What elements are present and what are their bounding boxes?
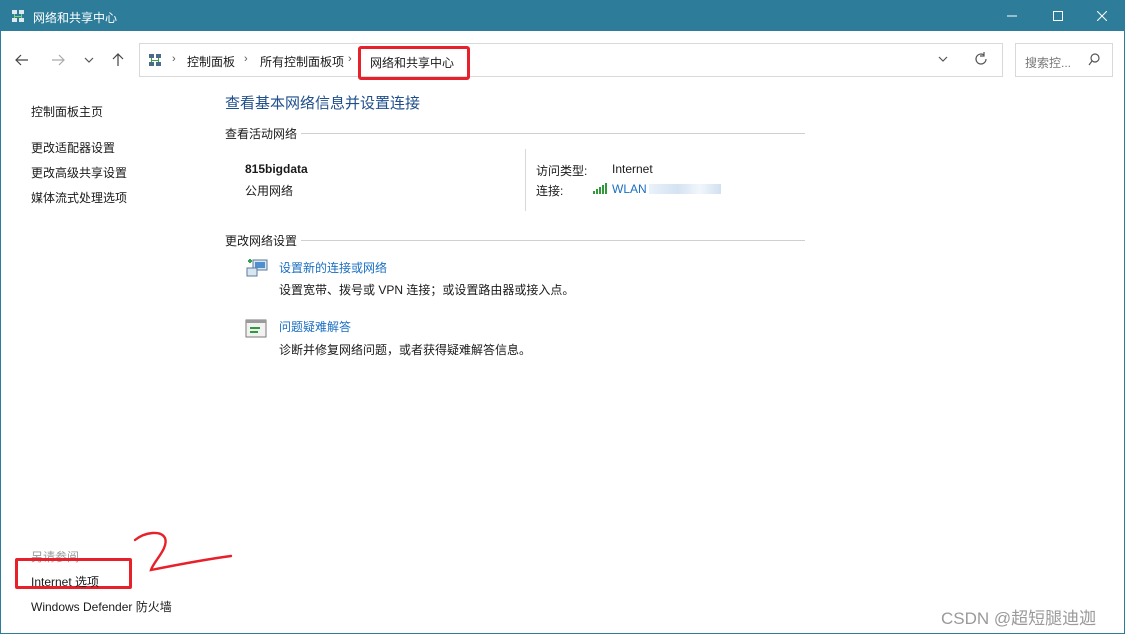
window: 网络和共享中心 › 控制面板 › 所有控制面板项 › 网络和共享中心 搜索控..… bbox=[0, 0, 1125, 634]
arrow-right-icon bbox=[52, 54, 65, 66]
sidebar-link-media-streaming[interactable]: 媒体流式处理选项 bbox=[31, 189, 127, 206]
breadcrumb-separator-icon: › bbox=[348, 53, 352, 65]
wlan-connection-text: WLAN bbox=[612, 182, 647, 196]
maximize-button[interactable] bbox=[1035, 1, 1081, 31]
title-bar: 网络和共享中心 bbox=[1, 1, 1124, 31]
search-icon[interactable] bbox=[1088, 53, 1100, 70]
network-name: 815bigdata bbox=[245, 162, 308, 176]
refresh-icon bbox=[975, 52, 987, 65]
refresh-button[interactable] bbox=[974, 51, 988, 70]
forward-button[interactable] bbox=[47, 49, 69, 71]
watermark: CSDN @超短腿迪迦 bbox=[941, 609, 1097, 628]
up-button[interactable] bbox=[107, 49, 129, 71]
search-placeholder: 搜索控... bbox=[1025, 56, 1072, 70]
search-box[interactable]: 搜索控... bbox=[1015, 43, 1113, 77]
sidebar-link-adapter-settings[interactable]: 更改适配器设置 bbox=[31, 139, 115, 156]
close-button[interactable] bbox=[1079, 1, 1125, 31]
network-center-icon bbox=[12, 10, 24, 22]
page-title: 查看基本网络信息并设置连接 bbox=[225, 95, 421, 112]
minimize-icon bbox=[1007, 15, 1017, 17]
breadcrumb-separator-icon: › bbox=[172, 53, 176, 65]
navigation-bar: › 控制面板 › 所有控制面板项 › 网络和共享中心 搜索控... bbox=[1, 31, 1124, 87]
see-also-internet-options[interactable]: Internet 选项 bbox=[31, 573, 99, 590]
troubleshoot-icon bbox=[245, 319, 267, 338]
divider bbox=[301, 240, 805, 241]
annotation-mark-two bbox=[133, 531, 233, 572]
window-title: 网络和共享中心 bbox=[33, 11, 118, 25]
divider bbox=[301, 133, 805, 134]
address-dropdown-button[interactable] bbox=[938, 52, 948, 69]
see-also-defender-firewall[interactable]: Windows Defender 防火墙 bbox=[31, 598, 172, 615]
wlan-connection-link[interactable]: WLAN bbox=[612, 182, 721, 196]
network-location-icon bbox=[149, 54, 161, 66]
access-type-label: 访问类型: bbox=[536, 164, 588, 178]
change-settings-heading-text: 更改网络设置 bbox=[225, 234, 298, 248]
connection-label: 连接: bbox=[536, 184, 564, 198]
address-bar[interactable]: › 控制面板 › 所有控制面板项 › 网络和共享中心 bbox=[139, 43, 1003, 80]
breadcrumb-all-items[interactable]: 所有控制面板项 bbox=[260, 53, 344, 70]
active-networks-heading-text: 查看活动网络 bbox=[225, 127, 298, 141]
troubleshoot-desc: 诊断并修复网络问题，或者获得疑难解答信息。 bbox=[279, 343, 532, 357]
change-settings-heading: 更改网络设置 bbox=[225, 232, 805, 249]
redacted-ssid bbox=[648, 184, 721, 194]
network-category[interactable]: 公用网络 bbox=[245, 182, 293, 199]
sidebar-link-control-panel-home[interactable]: 控制面板主页 bbox=[31, 103, 103, 120]
arrow-left-icon bbox=[15, 54, 28, 66]
close-icon bbox=[1097, 11, 1107, 21]
chevron-down-icon bbox=[84, 57, 94, 63]
breadcrumb-separator-icon: › bbox=[244, 53, 248, 65]
breadcrumb-current[interactable]: 网络和共享中心 bbox=[358, 46, 470, 80]
setup-new-connection-link[interactable]: 设置新的连接或网络 bbox=[279, 259, 387, 276]
wifi-signal-icon bbox=[593, 183, 607, 194]
back-button[interactable] bbox=[11, 49, 33, 71]
setup-new-connection-desc: 设置宽带、拨号或 VPN 连接；或设置路由器或接入点。 bbox=[279, 283, 575, 297]
recent-locations-button[interactable] bbox=[78, 49, 100, 71]
breadcrumb-control-panel[interactable]: 控制面板 bbox=[187, 53, 235, 70]
minimize-button[interactable] bbox=[989, 1, 1035, 31]
arrow-up-icon bbox=[112, 53, 124, 66]
sidebar-link-advanced-sharing[interactable]: 更改高级共享设置 bbox=[31, 164, 127, 181]
active-networks-heading: 查看活动网络 bbox=[225, 125, 805, 142]
vertical-divider bbox=[525, 149, 526, 211]
chevron-down-icon bbox=[938, 56, 948, 62]
new-connection-icon bbox=[246, 259, 268, 277]
maximize-icon bbox=[1053, 11, 1063, 21]
troubleshoot-link[interactable]: 问题疑难解答 bbox=[279, 318, 351, 335]
access-type-value: Internet bbox=[612, 162, 653, 176]
